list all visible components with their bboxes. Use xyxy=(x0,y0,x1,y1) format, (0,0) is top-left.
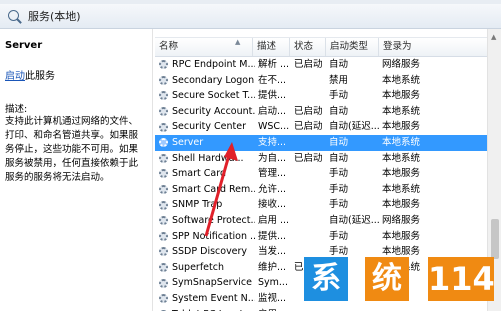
annotation-arrow xyxy=(204,142,238,237)
watermark-char-1: 系 xyxy=(311,261,341,296)
watermark-char-2: 统 xyxy=(372,261,402,296)
watermark-number: 114 xyxy=(428,260,495,298)
annotation-arrow-shaft xyxy=(204,147,233,237)
annotation-arrow-head xyxy=(224,142,238,161)
